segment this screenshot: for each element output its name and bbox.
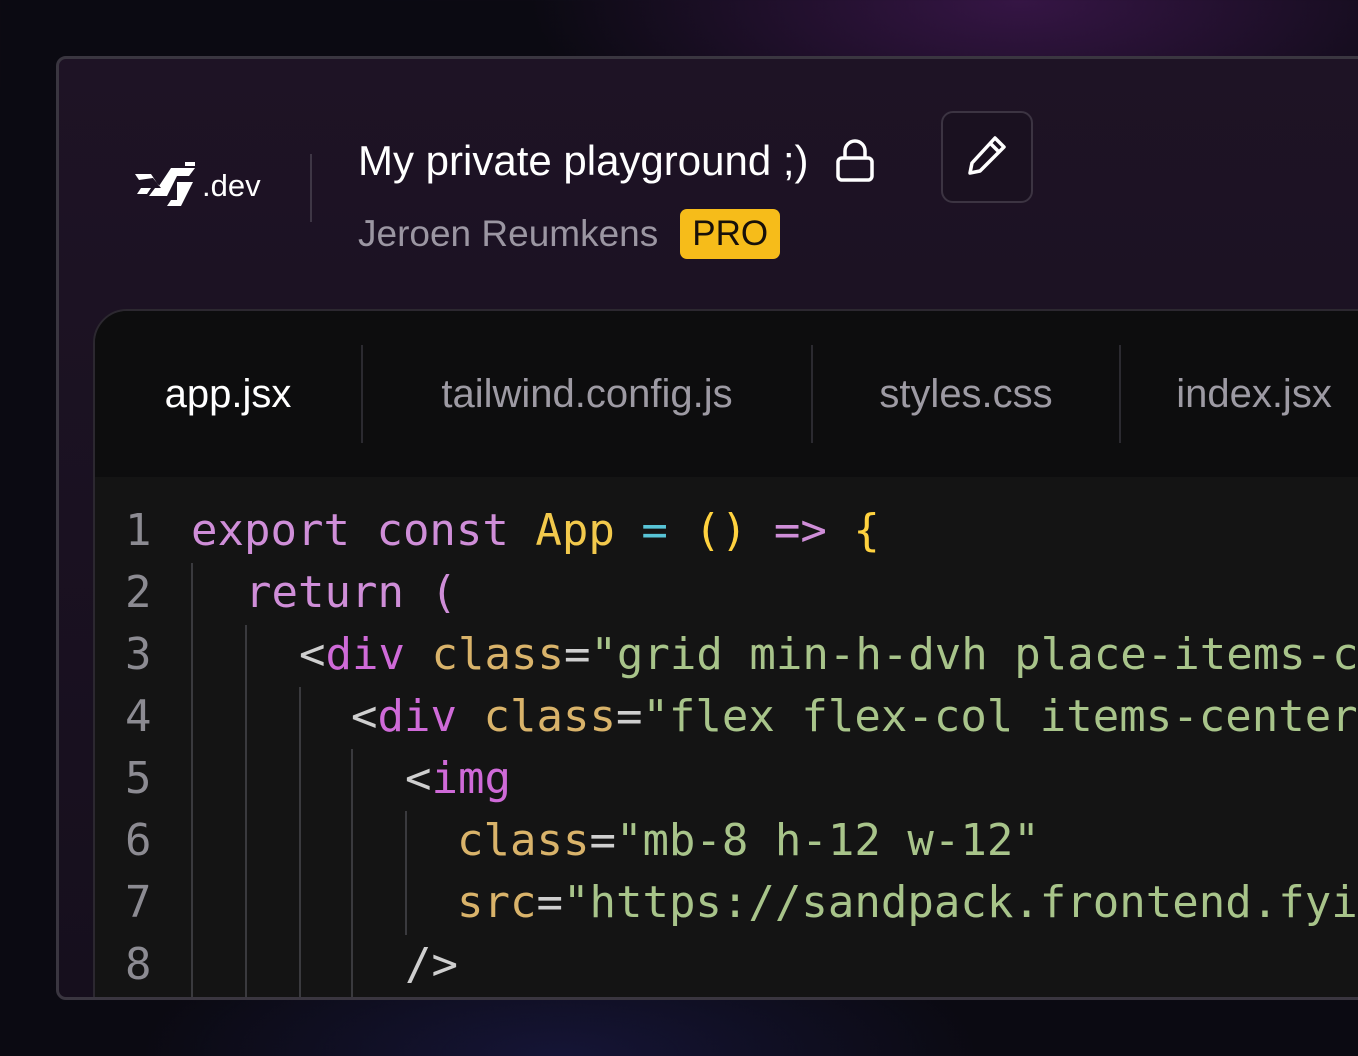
line-number: 2 bbox=[125, 566, 152, 618]
indent-guide bbox=[299, 687, 301, 997]
code-line[interactable]: /> bbox=[405, 933, 458, 995]
code-line[interactable]: class = "mb-8 h-12 w-12" bbox=[457, 809, 1040, 871]
code-token: class bbox=[431, 628, 564, 680]
code-line[interactable]: < div class = "flex flex-col items-center bbox=[351, 685, 1358, 747]
line-number: 3 bbox=[125, 628, 152, 680]
code-token: div bbox=[325, 628, 405, 680]
indent-guide bbox=[405, 811, 407, 935]
author-row: Jeroen Reumkens PRO bbox=[358, 209, 781, 259]
file-tabs: app.jsx tailwind.config.js styles.css in… bbox=[95, 311, 1358, 477]
code-line[interactable]: < img bbox=[405, 747, 511, 809]
indent-guide bbox=[191, 563, 193, 997]
code-token: < bbox=[405, 752, 432, 804]
code-token: ( bbox=[430, 566, 457, 618]
pro-badge: PRO bbox=[680, 209, 781, 259]
title-row: My private playground ;) bbox=[358, 133, 875, 189]
indent-guide bbox=[245, 625, 247, 997]
tab-styles-css[interactable]: styles.css bbox=[813, 311, 1119, 477]
code-token: img bbox=[431, 752, 511, 804]
playground-window: .dev My private playground ;) Jeroen Reu… bbox=[56, 56, 1358, 1000]
pencil-icon bbox=[965, 133, 1009, 182]
line-number: 4 bbox=[125, 690, 152, 742]
code-token: return bbox=[245, 566, 404, 618]
code-token: "https://sandpack.frontend.fyi bbox=[562, 876, 1358, 928]
code-token: "grid min-h-dvh place-items-c bbox=[590, 628, 1358, 680]
code-token: export bbox=[191, 504, 350, 556]
code-token: class bbox=[457, 814, 590, 866]
playground-title: My private playground ;) bbox=[358, 137, 809, 184]
code-token: div bbox=[377, 690, 457, 742]
code-token: < bbox=[351, 690, 378, 742]
tab-label: index.jsx bbox=[1176, 371, 1332, 416]
code-token: = bbox=[589, 814, 616, 866]
line-number: 6 bbox=[125, 814, 152, 866]
code-line[interactable]: return ( bbox=[245, 561, 457, 623]
code-token: = bbox=[641, 504, 668, 556]
line-number: 1 bbox=[125, 504, 152, 556]
line-number: 5 bbox=[125, 752, 152, 804]
code-token: = bbox=[536, 876, 563, 928]
code-token: => bbox=[773, 504, 827, 556]
logo-suffix: .dev bbox=[202, 168, 261, 203]
code-editor: app.jsx tailwind.config.js styles.css in… bbox=[93, 309, 1358, 997]
code-token: = bbox=[615, 690, 643, 742]
logo[interactable]: .dev bbox=[133, 158, 261, 208]
code-line[interactable]: export const App = () => { bbox=[191, 499, 880, 561]
code-line[interactable]: src = "https://sandpack.frontend.fyi bbox=[457, 871, 1358, 933]
code-token: src bbox=[457, 876, 537, 928]
code-token: const bbox=[376, 504, 509, 556]
tab-app-jsx[interactable]: app.jsx bbox=[95, 311, 361, 477]
tab-label: app.jsx bbox=[164, 371, 292, 416]
code-line[interactable]: < div class = "grid min-h-dvh place-items-c bbox=[299, 623, 1358, 685]
header-divider bbox=[310, 154, 312, 222]
author-name[interactable]: Jeroen Reumkens bbox=[358, 213, 658, 255]
code-token: () bbox=[694, 504, 748, 556]
line-number: 8 bbox=[125, 938, 152, 990]
tab-label: styles.css bbox=[879, 371, 1053, 416]
code-token: = bbox=[563, 628, 591, 680]
code-token: class bbox=[483, 690, 616, 742]
tab-index-jsx[interactable]: index.jsx bbox=[1121, 311, 1358, 477]
code-area[interactable]: 1 export const App = () => {2 return (3 < di… bbox=[95, 477, 1358, 997]
tab-label: tailwind.config.js bbox=[441, 371, 733, 416]
code-token: "mb-8 h-12 w-12" bbox=[615, 814, 1040, 866]
lock-icon bbox=[835, 139, 875, 183]
code-token: { bbox=[853, 504, 880, 556]
code-token: App bbox=[535, 504, 615, 556]
line-number: 7 bbox=[125, 876, 152, 928]
code-token: /> bbox=[405, 938, 458, 990]
edit-title-button[interactable] bbox=[941, 111, 1033, 203]
code-token: < bbox=[299, 628, 326, 680]
tab-tailwind-config[interactable]: tailwind.config.js bbox=[363, 311, 811, 477]
indent-guide bbox=[351, 749, 353, 997]
logo-mark-icon bbox=[133, 158, 199, 208]
code-token: "flex flex-col items-center bbox=[642, 690, 1358, 742]
